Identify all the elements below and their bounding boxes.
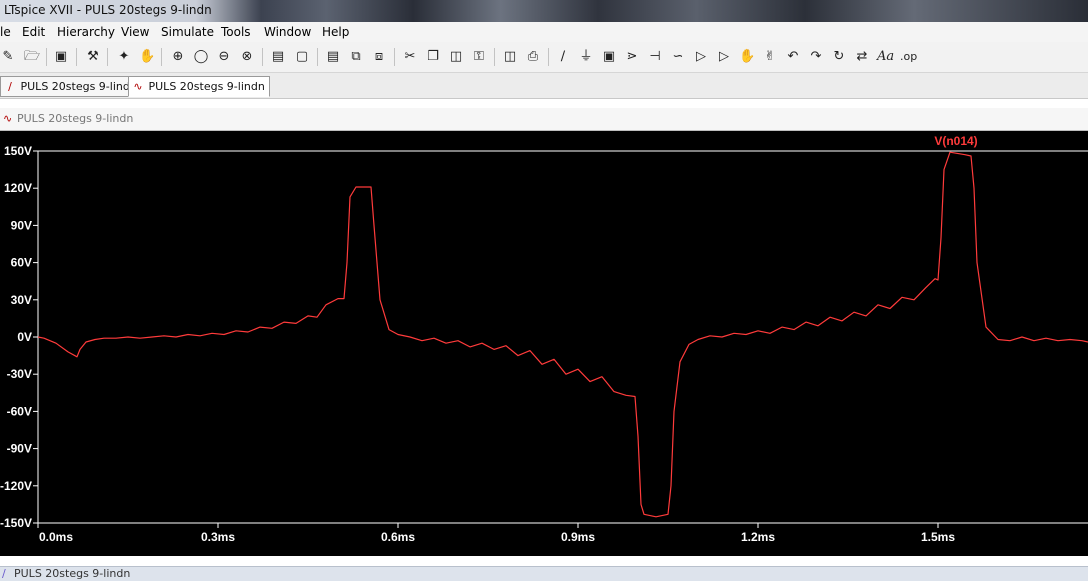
y-tick-label: 60V — [11, 256, 32, 270]
bottom-window-header[interactable]: ∕ PULS 20stegs 9-lindn — [0, 566, 1088, 581]
drag-icon[interactable]: ✌ — [762, 49, 778, 65]
toolbar: ✎ 🗁 ▣ ⚒ ✦ ✋ ⊕ ◯ ⊖ ⊗ ▤ ▢ ▤ ⧉ ⧈ ✂ ❐ ◫ ⚿ ◫ … — [0, 42, 1088, 73]
document-tab-bar: ∕ PULS 20stegs 9-lindn ∿ PULS 20stegs 9-… — [0, 73, 1088, 99]
save-icon[interactable]: ▣ — [53, 49, 69, 65]
component-icon[interactable]: ▷ — [716, 49, 732, 65]
waveform-chart[interactable]: 150V 120V 90V 60V 30V 0V -30V -60V -90V -120V -150… — [0, 131, 1088, 556]
resistor-icon[interactable]: ⋗ — [624, 49, 640, 65]
x-tick-label: 0.6ms — [381, 530, 415, 544]
copy-icon[interactable]: ❐ — [425, 49, 441, 65]
rotate-icon[interactable]: ↻ — [831, 49, 847, 65]
y-tick-label: 90V — [11, 218, 32, 232]
zoom-cancel-icon[interactable]: ⊗ — [239, 49, 255, 65]
redo-icon[interactable]: ↷ — [808, 49, 824, 65]
series-trace — [37, 151, 1088, 518]
waveform-icon: ∿ — [3, 112, 13, 125]
text-icon[interactable]: Aa — [877, 49, 894, 65]
tab-waveform[interactable]: ∿ PULS 20stegs 9-lindn — [128, 76, 270, 97]
x-tick-label: 0.0ms — [39, 530, 73, 544]
y-tick-label: 120V — [4, 181, 32, 195]
schematic-icon: ∕ — [2, 567, 6, 580]
x-tick-label: 0.9ms — [561, 530, 595, 544]
x-tick-label: 1.2ms — [741, 530, 775, 544]
y-tick-label: -150V — [0, 516, 32, 530]
tile-horizontal-icon[interactable]: ▤ — [325, 49, 341, 65]
menu-edit[interactable]: Edit — [22, 25, 45, 39]
x-tick-label: 0.3ms — [201, 530, 235, 544]
menu-file[interactable]: le — [0, 25, 11, 39]
menu-bar: le Edit Hierarchy View Simulate Tools Wi… — [0, 22, 1088, 42]
tab-label: PULS 20stegs 9-lindn — [20, 80, 137, 93]
control-panel-icon[interactable]: ⚒ — [85, 49, 101, 65]
zoom-fit-icon[interactable]: ▢ — [294, 49, 310, 65]
y-tick-label: -60V — [7, 404, 32, 418]
y-tick-label: -90V — [7, 442, 32, 456]
inductor-icon[interactable]: ∽ — [670, 49, 686, 65]
trace-label: V(n014) — [934, 134, 977, 148]
print-setup-icon[interactable]: ◫ — [502, 49, 518, 65]
find-icon[interactable]: ⚿ — [471, 49, 487, 65]
waveform-icon: ∿ — [133, 80, 143, 93]
paste-icon[interactable]: ◫ — [448, 49, 464, 65]
bottom-window-title: PULS 20stegs 9-lindn — [14, 567, 131, 580]
menu-help[interactable]: Help — [322, 25, 349, 39]
undo-icon[interactable]: ↶ — [785, 49, 801, 65]
window-title: LTspice XVII - PULS 20stegs 9-lindn — [4, 3, 212, 17]
print-icon[interactable]: ⎙ — [525, 49, 541, 65]
menu-simulate[interactable]: Simulate — [161, 25, 214, 39]
y-tick-label: 30V — [11, 293, 32, 307]
menu-tools[interactable]: Tools — [221, 25, 251, 39]
pan-icon[interactable]: ◯ — [193, 49, 209, 65]
close-window-icon[interactable]: ⧈ — [371, 49, 387, 65]
diode-icon[interactable]: ▷ — [693, 49, 709, 65]
capacitor-icon[interactable]: ⊣ — [647, 49, 663, 65]
menu-window[interactable]: Window — [264, 25, 311, 39]
menu-hierarchy[interactable]: Hierarchy — [57, 25, 115, 39]
y-tick-label: -120V — [0, 479, 32, 493]
zoom-out-icon[interactable]: ⊖ — [216, 49, 232, 65]
cut-icon[interactable]: ✂ — [402, 49, 418, 65]
y-tick-label: 150V — [4, 144, 32, 158]
run-icon[interactable]: ✦ — [116, 49, 132, 65]
waveform-plot[interactable]: 150V 120V 90V 60V 30V 0V -30V -60V -90V -120V -150… — [0, 131, 1088, 556]
open-icon[interactable]: 🗁 — [24, 49, 40, 65]
waveform-window-title: PULS 20stegs 9-lindn — [17, 112, 134, 125]
cascade-icon[interactable]: ⧉ — [348, 49, 364, 65]
ground-icon[interactable]: ⏚ — [578, 49, 594, 65]
x-tick-label: 1.5ms — [921, 530, 955, 544]
window-title-bar[interactable]: LTspice XVII - PULS 20stegs 9-lindn — [0, 0, 1088, 22]
label-icon[interactable]: ▣ — [601, 49, 617, 65]
tab-schematic[interactable]: ∕ PULS 20stegs 9-lindn — [0, 76, 142, 97]
spice-directive-icon[interactable]: .op — [900, 49, 917, 65]
schematic-icon: ∕ — [8, 80, 12, 93]
zoom-in-icon[interactable]: ⊕ — [170, 49, 186, 65]
y-tick-label: -30V — [7, 367, 32, 381]
new-schematic-icon[interactable]: ✎ — [0, 49, 16, 65]
tab-label: PULS 20stegs 9-lindn — [148, 80, 265, 93]
autorange-icon[interactable]: ▤ — [270, 49, 286, 65]
move-icon[interactable]: ✋ — [739, 49, 755, 65]
halt-icon[interactable]: ✋ — [139, 49, 155, 65]
y-tick-label: 0V — [17, 330, 32, 344]
mirror-icon[interactable]: ⇄ — [854, 49, 870, 65]
menu-view[interactable]: View — [121, 25, 149, 39]
wire-icon[interactable]: ∕ — [555, 49, 571, 65]
waveform-window-header[interactable]: ∿ PULS 20stegs 9-lindn — [0, 108, 1088, 131]
